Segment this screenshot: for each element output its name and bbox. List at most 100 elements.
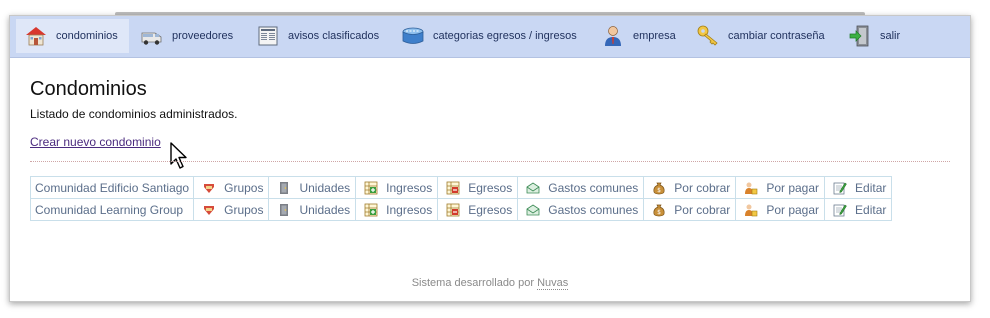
- action-ingresos-link[interactable]: Ingresos: [361, 181, 432, 195]
- ingresos-icon: [364, 181, 378, 195]
- nav-cambiar-contrasena[interactable]: cambiar contraseña: [696, 19, 825, 53]
- action-label: Gastos comunes: [548, 202, 639, 217]
- action-cell: Ingresos: [355, 176, 439, 199]
- svg-text:$: $: [657, 209, 661, 216]
- action-ingresos-link[interactable]: Ingresos: [361, 203, 432, 217]
- table-row: Comunidad Learning Group Grupos Unidades In…: [29, 198, 893, 221]
- action-label: Unidades: [299, 180, 351, 195]
- money-bag-icon: $: [652, 203, 666, 217]
- action-label: Por cobrar: [674, 202, 731, 217]
- edit-icon: [833, 181, 847, 195]
- create-condominio-link[interactable]: Crear nuevo condominio: [30, 135, 161, 149]
- money-bag-icon: $: [652, 181, 666, 195]
- action-cell: $ Por cobrar: [643, 176, 737, 199]
- action-por-pagar-link[interactable]: Por pagar: [741, 181, 819, 195]
- ingresos-icon: [364, 203, 378, 217]
- action-cell: Egresos: [437, 198, 519, 221]
- house-icon: [24, 24, 48, 48]
- action-unidades-link[interactable]: Unidades: [274, 181, 350, 195]
- action-grupos-link[interactable]: Grupos: [199, 203, 263, 217]
- main-navbar: condominios proveedores avisos clasifica…: [10, 16, 970, 58]
- action-cell: Gastos comunes: [517, 176, 645, 199]
- action-cell: Por pagar: [735, 198, 826, 221]
- nav-avisos-clasificados[interactable]: avisos clasificados: [256, 19, 379, 53]
- nav-label: empresa: [633, 30, 676, 42]
- table-row: Comunidad Edificio Santiago Grupos Unidade…: [29, 176, 893, 199]
- nav-label: categorias egresos / ingresos: [433, 30, 577, 42]
- pay-icon: [744, 203, 758, 217]
- action-gastos-comunes-link[interactable]: Gastos comunes: [523, 203, 638, 217]
- groups-icon: [202, 181, 216, 195]
- app-window: condominios proveedores avisos clasifica…: [9, 15, 971, 302]
- action-cell: Gastos comunes: [517, 198, 645, 221]
- door-icon: [277, 203, 291, 217]
- nav-empresa[interactable]: empresa: [601, 19, 676, 53]
- action-label: Unidades: [299, 202, 351, 217]
- envelope-icon: [526, 203, 540, 217]
- newspaper-icon: [256, 24, 280, 48]
- page-title: Condominios: [30, 78, 147, 100]
- nav-label: avisos clasificados: [288, 30, 380, 42]
- action-grupos-link[interactable]: Grupos: [199, 181, 263, 195]
- nav-salir[interactable]: salir: [848, 19, 900, 53]
- footer-link[interactable]: Nuvas: [537, 277, 569, 290]
- nav-categorias[interactable]: categorias egresos / ingresos: [401, 19, 577, 53]
- action-label: Egresos: [468, 202, 513, 217]
- egresos-icon: [446, 203, 460, 217]
- van-icon: [140, 24, 164, 48]
- svg-text:$: $: [657, 187, 661, 194]
- action-cell: Por pagar: [735, 176, 826, 199]
- nav-label: condominios: [56, 30, 118, 42]
- action-editar-link[interactable]: Editar: [830, 203, 886, 217]
- action-por-pagar-link[interactable]: Por pagar: [741, 203, 819, 217]
- action-label: Gastos comunes: [548, 180, 639, 195]
- action-label: Editar: [855, 180, 887, 195]
- action-cell: Unidades: [268, 176, 357, 199]
- action-cell: Grupos: [193, 198, 270, 221]
- nav-proveedores[interactable]: proveedores: [140, 19, 233, 53]
- action-unidades-link[interactable]: Unidades: [274, 203, 350, 217]
- action-cell: Editar: [824, 176, 893, 199]
- box-icon: [401, 24, 425, 48]
- action-cell: Grupos: [193, 176, 270, 199]
- action-label: Por cobrar: [674, 180, 731, 195]
- condominio-name-link[interactable]: Comunidad Edificio Santiago: [29, 176, 195, 199]
- action-gastos-comunes-link[interactable]: Gastos comunes: [523, 181, 638, 195]
- action-label: Grupos: [224, 202, 264, 217]
- action-egresos-link[interactable]: Egresos: [443, 181, 512, 195]
- egresos-icon: [446, 181, 460, 195]
- action-egresos-link[interactable]: Egresos: [443, 203, 512, 217]
- action-label: Editar: [855, 202, 887, 217]
- action-por-cobrar-link[interactable]: $ Por cobrar: [649, 203, 730, 217]
- action-label: Por pagar: [766, 202, 820, 217]
- envelope-icon: [526, 181, 540, 195]
- user-icon: [601, 24, 625, 48]
- page-description: Listado de condominios administrados.: [30, 107, 238, 121]
- action-label: Ingresos: [386, 202, 433, 217]
- nav-label: salir: [880, 30, 901, 42]
- footer: Sistema desarrollado por Nuvas: [10, 277, 970, 290]
- edit-icon: [833, 203, 847, 217]
- groups-icon: [202, 203, 216, 217]
- door-icon: [277, 181, 291, 195]
- action-label: Ingresos: [386, 180, 433, 195]
- action-label: Grupos: [224, 180, 264, 195]
- action-label: Egresos: [468, 180, 513, 195]
- action-cell: Egresos: [437, 176, 519, 199]
- action-cell: $ Por cobrar: [643, 198, 737, 221]
- condominio-name-link[interactable]: Comunidad Learning Group: [29, 198, 195, 221]
- nav-label: proveedores: [172, 30, 234, 42]
- condominios-table: Comunidad Edificio Santiago Grupos Unidade…: [29, 176, 893, 221]
- action-editar-link[interactable]: Editar: [830, 181, 886, 195]
- action-cell: Ingresos: [355, 198, 439, 221]
- action-cell: Unidades: [268, 198, 357, 221]
- footer-text: Sistema desarrollado por: [411, 277, 535, 289]
- pay-icon: [744, 181, 758, 195]
- nav-label: cambiar contraseña: [728, 30, 825, 42]
- section-divider: [30, 161, 950, 162]
- key-icon: [696, 24, 720, 48]
- nav-condominios[interactable]: condominios: [16, 19, 129, 53]
- action-por-cobrar-link[interactable]: $ Por cobrar: [649, 181, 730, 195]
- exit-icon: [848, 24, 872, 48]
- action-cell: Editar: [824, 198, 893, 221]
